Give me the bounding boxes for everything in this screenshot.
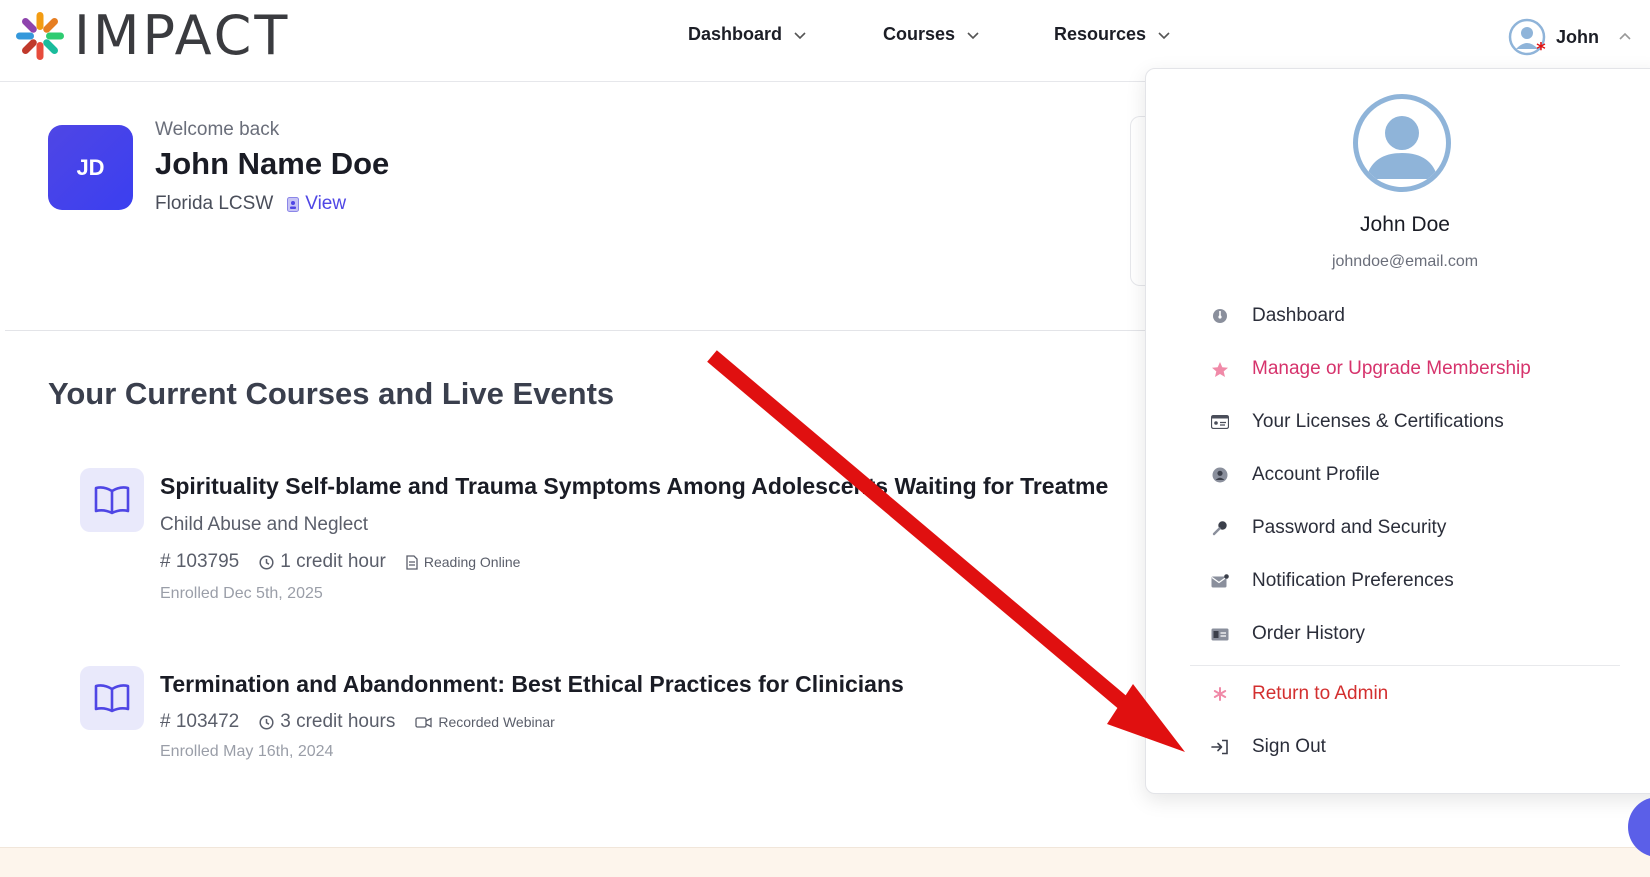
course-title[interactable]: Termination and Abandonment: Best Ethica… — [160, 671, 904, 698]
course-enrolled-date: Enrolled May 16th, 2024 — [160, 743, 334, 760]
sign-out-icon — [1210, 737, 1230, 757]
menu-item-password-security[interactable]: Password and Security — [1210, 517, 1446, 539]
book-icon — [80, 666, 144, 730]
course-format-label: Reading Online — [423, 554, 521, 570]
course-title[interactable]: Spirituality Self-blame and Trauma Sympt… — [160, 473, 1108, 500]
course-format: Recorded Webinar — [415, 714, 555, 730]
main-content: JD Welcome back John Name Doe Florida LC… — [0, 0, 1145, 877]
course-credit: 1 credit hour — [259, 551, 386, 573]
view-link-label: View — [305, 193, 347, 214]
menu-item-label: Return to Admin — [1252, 683, 1389, 704]
book-icon — [80, 468, 144, 532]
course-credit-label: 3 credit hours — [280, 711, 396, 732]
menu-item-order-history[interactable]: Order History — [1210, 623, 1365, 645]
video-camera-icon — [415, 716, 433, 728]
clock-icon — [259, 714, 274, 730]
menu-item-licenses[interactable]: Your Licenses & Certifications — [1210, 411, 1504, 433]
menu-item-label: Manage or Upgrade Membership — [1252, 358, 1531, 379]
course-format: Reading Online — [406, 554, 521, 570]
welcome-greeting: Welcome back — [155, 119, 280, 140]
course-credit-label: 1 credit hour — [280, 551, 386, 572]
footer-band — [0, 847, 1650, 877]
courses-section-title: Your Current Courses and Live Events — [48, 376, 615, 411]
profile-avatar-icon — [1353, 94, 1451, 192]
view-license-link[interactable]: View — [287, 193, 346, 215]
chevron-down-icon — [1158, 31, 1170, 39]
document-icon — [406, 554, 418, 570]
menu-separator — [1190, 665, 1620, 666]
course-id: # 103795 — [160, 551, 240, 572]
course-enrolled-date: Enrolled Dec 5th, 2025 — [160, 585, 323, 602]
menu-item-membership[interactable]: Manage or Upgrade Membership — [1210, 358, 1531, 380]
dropdown-user-email: johndoe@email.com — [1331, 253, 1479, 270]
license-line: Florida LCSW View — [155, 193, 346, 215]
side-card — [1130, 116, 1145, 286]
user-initials-avatar: JD — [48, 125, 133, 210]
money-bill-icon — [1210, 624, 1230, 644]
license-text: Florida LCSW — [155, 193, 274, 214]
chevron-up-icon — [1619, 32, 1631, 40]
key-icon — [1210, 518, 1230, 538]
welcome-name: John Name Doe — [155, 146, 390, 181]
course-id: # 103472 — [160, 711, 240, 732]
section-divider — [5, 330, 1145, 331]
id-card-icon — [1210, 412, 1230, 432]
dropdown-user-name: John Doe — [1360, 213, 1450, 236]
menu-item-account-profile[interactable]: Account Profile — [1210, 464, 1380, 486]
asterisk-icon — [1210, 684, 1230, 704]
menu-item-label: Notification Preferences — [1252, 570, 1454, 591]
dashboard-icon — [1210, 306, 1230, 326]
menu-item-sign-out[interactable]: Sign Out — [1210, 736, 1326, 758]
course-credit: 3 credit hours — [259, 711, 395, 733]
course-category: Child Abuse and Neglect — [160, 514, 369, 535]
menu-item-label: Dashboard — [1252, 305, 1345, 326]
menu-item-label: Password and Security — [1252, 517, 1447, 538]
menu-item-label: Your Licenses & Certifications — [1252, 411, 1504, 432]
menu-item-dashboard[interactable]: Dashboard — [1210, 305, 1345, 327]
svg-text:*: * — [1536, 39, 1546, 56]
menu-item-return-to-admin[interactable]: Return to Admin — [1210, 683, 1388, 705]
envelope-icon — [1210, 571, 1230, 591]
star-icon — [1210, 359, 1230, 379]
menu-item-notification-preferences[interactable]: Notification Preferences — [1210, 570, 1454, 592]
menu-item-label: Account Profile — [1252, 464, 1380, 485]
user-name-label: John — [1556, 26, 1599, 47]
course-meta: # 103795 1 credit hour Reading Online — [160, 551, 520, 573]
clock-icon — [259, 554, 274, 570]
menu-item-label: Sign Out — [1252, 736, 1326, 757]
user-dropdown-menu: John Doe johndoe@email.com Dashboard Man… — [1145, 68, 1650, 794]
course-meta: # 103472 3 credit hours Recorded Webinar — [160, 711, 555, 733]
user-circle-icon — [1210, 465, 1230, 485]
user-avatar-icon: * — [1508, 18, 1546, 60]
menu-item-label: Order History — [1252, 623, 1365, 644]
course-format-label: Recorded Webinar — [438, 714, 555, 730]
id-badge-icon — [287, 196, 300, 212]
user-menu-toggle[interactable]: * John — [1508, 18, 1633, 60]
